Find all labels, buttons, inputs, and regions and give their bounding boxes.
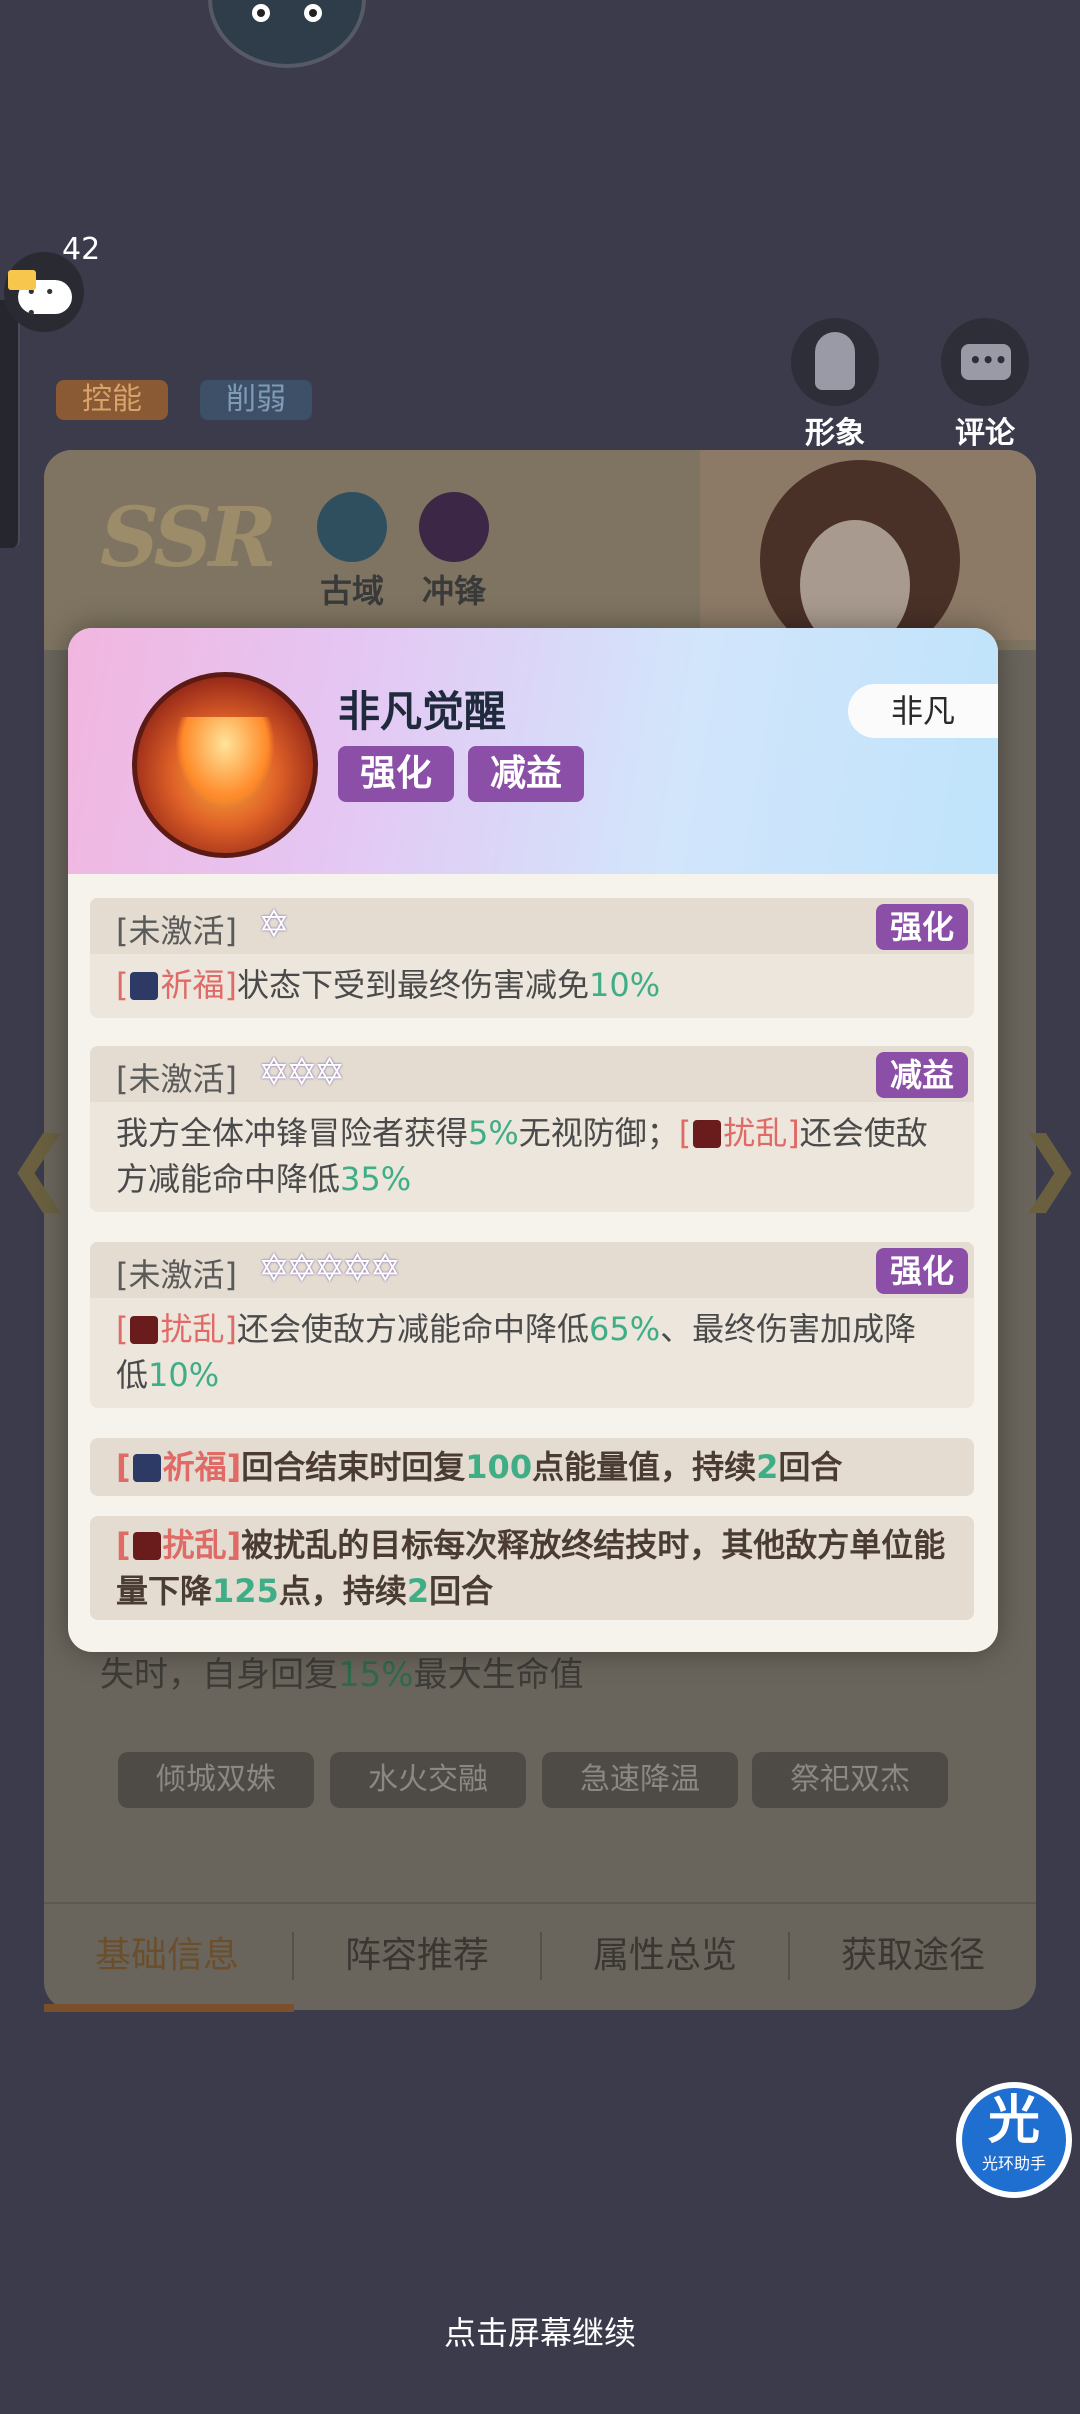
tab-obtain[interactable]: 获取途径 <box>790 1926 1036 1978</box>
faction-ancient-icon <box>317 492 387 562</box>
image-button[interactable]: 形象 <box>788 318 882 452</box>
skill-tag-buff: 强化 <box>338 746 455 802</box>
status-footnote: [扰乱]被扰乱的目标每次释放终结技时，其他敌方单位能量下降125点，持续2回合 <box>90 1516 974 1620</box>
hero-portrait <box>700 450 1036 660</box>
phoenix-skill-icon <box>132 672 318 858</box>
skill-tag-debuff: 减益 <box>468 746 585 802</box>
bless-icon <box>132 1454 161 1482</box>
side-drawer-handle[interactable] <box>0 300 20 548</box>
tap-to-continue-hint[interactable]: 点击屏幕继续 <box>0 2308 1080 2354</box>
mail-icon <box>8 270 36 290</box>
portrait-icon <box>815 332 855 390</box>
skill-level-row: [未激活] ✡✡✡✡✡ 强化 [扰乱]还会使敌方减能命中降低65%、最终伤害加成… <box>90 1242 974 1408</box>
bond-chip[interactable]: 祭祀双杰 <box>752 1752 948 1808</box>
skill-level-row: [未激活] ✡✡✡ 减益 我方全体冲锋冒险者获得5%无视防御；[扰乱]还会使敌方… <box>90 1046 974 1212</box>
halo-helper-button[interactable]: 光 光环助手 <box>956 2082 1072 2198</box>
faction-ancient: 古域 <box>312 492 392 612</box>
prev-arrow-icon[interactable]: ❮ <box>6 1120 73 1213</box>
next-arrow-icon[interactable]: ❯ <box>1016 1120 1080 1213</box>
status-footnote: [祈福]回合结束时回复100点能量值，持续2回合 <box>90 1438 974 1496</box>
star-icon: ✡✡✡ <box>258 1050 346 1094</box>
star-icon: ✡✡✡✡✡ <box>258 1246 401 1290</box>
disrupt-icon <box>693 1120 722 1148</box>
star-icon: ✡ <box>258 902 290 946</box>
skill-desc-partial: 失时，自身回复15%最大生命值 <box>100 1655 584 1695</box>
comment-button[interactable]: 评论 <box>938 318 1032 452</box>
faction-charge-icon <box>419 492 489 562</box>
hero-tabs: 基础信息 阵容推荐 属性总览 获取途径 <box>44 1902 1036 2008</box>
rarity-ssr-label: SSR <box>100 490 277 586</box>
row-description: [扰乱]还会使敌方减能命中降低65%、最终伤害加成降低10% <box>116 1310 917 1394</box>
disrupt-icon <box>130 1316 159 1344</box>
tag-control: 控能 <box>56 380 168 420</box>
row-description: [祈福]状态下受到最终伤害减免10% <box>116 966 661 1004</box>
modal-header: 非凡觉醒 强化 减益 非凡 <box>68 628 998 874</box>
disrupt-icon <box>132 1532 161 1560</box>
comment-button-label: 评论 <box>955 416 1015 451</box>
row-description: 我方全体冲锋冒险者获得5%无视防御；[扰乱]还会使敌方减能命中降低35% <box>116 1114 928 1198</box>
halo-helper-logo: 光 <box>987 2091 1040 2151</box>
skill-rarity-label: 非凡 <box>848 684 998 738</box>
bond-chip[interactable]: 急速降温 <box>542 1752 738 1808</box>
row-status: [未激活] <box>116 1256 237 1294</box>
faction-charge: 冲锋 <box>414 492 494 612</box>
halo-helper-label: 光环助手 <box>981 2154 1046 2173</box>
chat-count-badge: 42 <box>62 232 101 267</box>
mascot-eye-icon <box>304 4 322 22</box>
skill-level-row: [未激活] ✡ 强化 [祈福]状态下受到最终伤害减免10% <box>90 898 974 1018</box>
tab-basic-info[interactable]: 基础信息 <box>44 1926 290 1978</box>
row-badge: 强化 <box>875 1248 968 1294</box>
tab-attributes[interactable]: 属性总览 <box>542 1926 788 1978</box>
bond-chip[interactable]: 倾城双姝 <box>118 1752 314 1808</box>
mascot-avatar[interactable] <box>208 0 366 68</box>
bond-chip[interactable]: 水火交融 <box>330 1752 526 1808</box>
image-button-label: 形象 <box>805 416 865 451</box>
skill-detail-modal: 非凡觉醒 强化 减益 非凡 [未激活] ✡ 强化 [祈福]状态下受到最终伤害减免… <box>68 628 998 1652</box>
tag-weaken: 削弱 <box>200 380 312 420</box>
row-status: [未激活] <box>116 1060 237 1098</box>
comment-icon <box>961 344 1011 380</box>
row-badge: 强化 <box>875 904 968 950</box>
skill-name: 非凡觉醒 <box>338 687 507 736</box>
row-badge: 减益 <box>875 1052 968 1098</box>
tab-indicator <box>44 2004 294 2012</box>
mascot-eye-icon <box>252 4 270 22</box>
row-status: [未激活] <box>116 912 237 950</box>
bless-icon <box>130 972 159 1000</box>
tab-lineup[interactable]: 阵容推荐 <box>294 1926 540 1978</box>
